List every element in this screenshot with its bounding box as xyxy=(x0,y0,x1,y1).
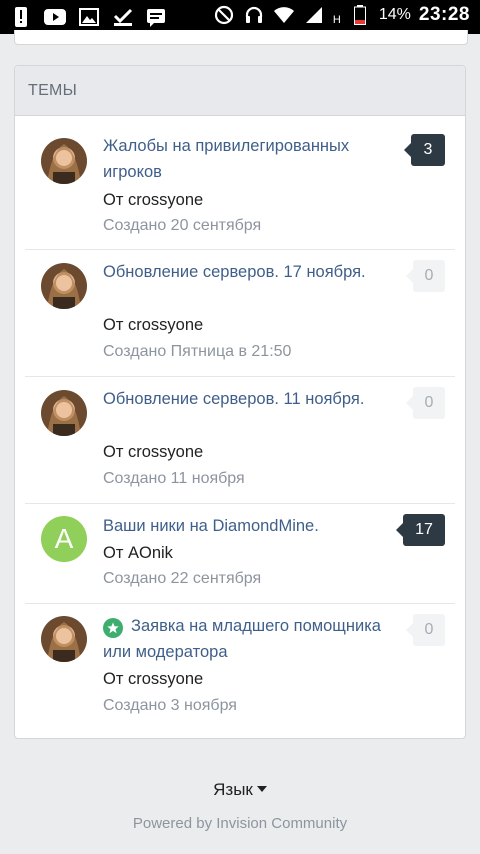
topic-date: Создано 11 ноября xyxy=(103,470,245,487)
topic-title-text: Заявка на младшего помощника или модерат… xyxy=(103,617,381,661)
previous-card xyxy=(14,30,468,45)
topic-row[interactable]: Заявка на младшего помощника или модерат… xyxy=(25,604,455,730)
user-avatar[interactable] xyxy=(41,138,87,184)
caret-down-icon xyxy=(256,786,267,792)
wifi-icon xyxy=(273,4,295,26)
topic-title-link[interactable]: Обновление серверов. 11 ноября. xyxy=(103,386,388,412)
topic-row[interactable]: Обновление серверов. 17 ноября. От cross… xyxy=(25,250,455,377)
signal-icon xyxy=(303,4,325,26)
topic-author[interactable]: От crossyone xyxy=(103,670,203,689)
topic-title-link[interactable]: Жалобы на привилегированных игроков xyxy=(103,133,388,185)
youtube-icon xyxy=(44,6,66,28)
topic-row[interactable]: Жалобы на привилегированных игроков От c… xyxy=(25,116,455,250)
topic-author[interactable]: От AOnik xyxy=(103,544,173,563)
powered-by-link[interactable]: Powered by Invision Community xyxy=(0,815,480,832)
reply-count-badge: 0 xyxy=(406,614,445,646)
user-avatar[interactable] xyxy=(41,616,87,662)
topics-card: ТЕМЫ Жалобы на привилегированных игроков… xyxy=(14,65,466,739)
image-icon xyxy=(78,6,100,28)
user-avatar[interactable]: A xyxy=(41,516,87,562)
topic-date: Создано Пятница в 21:50 xyxy=(103,343,292,360)
topic-date: Создано 22 сентября xyxy=(103,570,262,587)
card-title: ТЕМЫ xyxy=(28,82,78,99)
clock: 23:28 xyxy=(418,4,470,25)
topic-date: Создано 20 сентября xyxy=(103,217,262,234)
reply-count-badge: 0 xyxy=(406,260,445,292)
topic-title-link[interactable]: Ваши ники на DiamondMine. xyxy=(103,513,388,539)
no-disturb-icon xyxy=(213,4,235,26)
reply-count-badge: 0 xyxy=(406,387,445,419)
chat-icon xyxy=(146,6,168,28)
battery-icon xyxy=(349,4,371,26)
reply-count-badge: 3 xyxy=(404,134,445,166)
topic-title-link[interactable]: Обновление серверов. 17 ноября. xyxy=(103,259,388,285)
network-type: H xyxy=(332,14,341,26)
topic-row[interactable]: A Ваши ники на DiamondMine. От AOnik Соз… xyxy=(25,504,455,604)
headset-icon xyxy=(243,4,265,26)
topic-row[interactable]: Обновление серверов. 11 ноября. От cross… xyxy=(25,377,455,504)
topic-author[interactable]: От crossyone xyxy=(103,443,203,462)
user-avatar[interactable] xyxy=(41,390,87,436)
battery-level: 14% xyxy=(378,6,411,23)
topic-date: Создано 3 ноября xyxy=(103,697,237,714)
status-bar: H 14% 23:28 xyxy=(0,0,480,34)
reply-count-badge: 17 xyxy=(396,514,445,546)
checklist-icon xyxy=(112,6,134,28)
alert-icon xyxy=(10,6,32,28)
topic-title-link[interactable]: Заявка на младшего помощника или модерат… xyxy=(103,613,388,665)
featured-star-icon xyxy=(103,618,123,638)
topic-author[interactable]: От crossyone xyxy=(103,316,203,335)
card-header: ТЕМЫ xyxy=(15,66,465,116)
language-selector[interactable]: Язык xyxy=(0,780,480,800)
topic-author[interactable]: От crossyone xyxy=(103,191,203,210)
language-label: Язык xyxy=(213,780,253,799)
user-avatar[interactable] xyxy=(41,263,87,309)
